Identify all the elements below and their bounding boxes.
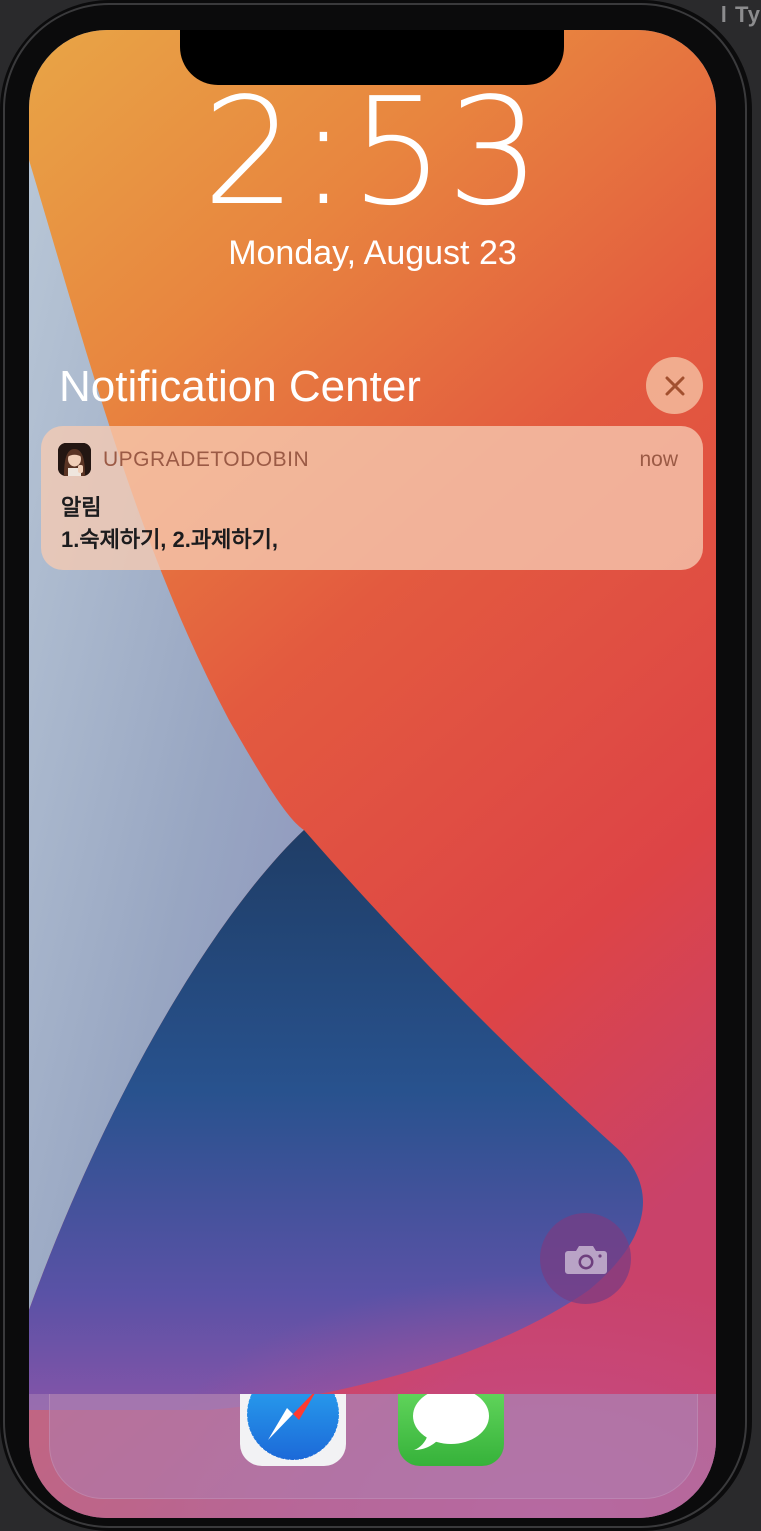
notification-card[interactable]: UPGRADETODOBIN now 알림 1.숙제하기, 2.과제하기,	[41, 426, 703, 570]
camera-button[interactable]	[540, 1213, 631, 1304]
safari-app-icon[interactable]	[240, 1394, 346, 1466]
dock-panel	[49, 1394, 698, 1499]
lock-screen-date: Monday, August 23	[228, 234, 517, 272]
notification-time: now	[639, 448, 678, 471]
screenshot-frame: l Ty 2:53 Monday, August 23 Notification…	[0, 0, 761, 1531]
notification-title: 알림	[61, 495, 102, 520]
app-icon	[58, 443, 91, 476]
notification-body: 1.숙제하기, 2.과제하기,	[61, 527, 278, 552]
background-window-text: l Ty	[720, 2, 761, 27]
avatar-icon	[58, 443, 91, 476]
notification-app-name: UPGRADETODOBIN	[103, 448, 310, 471]
compass-icon	[246, 1394, 340, 1461]
camera-icon	[564, 1245, 607, 1274]
notification-center-title: Notification Center	[59, 362, 421, 411]
speech-bubble-icon	[413, 1394, 489, 1450]
clear-notifications-button[interactable]	[646, 357, 703, 414]
close-x-icon	[665, 376, 684, 395]
lock-screen-time: 2:53	[202, 66, 543, 238]
messages-app-icon[interactable]	[398, 1394, 504, 1466]
lock-screen: 2:53 Monday, August 23 Notification Cent…	[29, 30, 716, 1518]
dock	[29, 1394, 716, 1518]
